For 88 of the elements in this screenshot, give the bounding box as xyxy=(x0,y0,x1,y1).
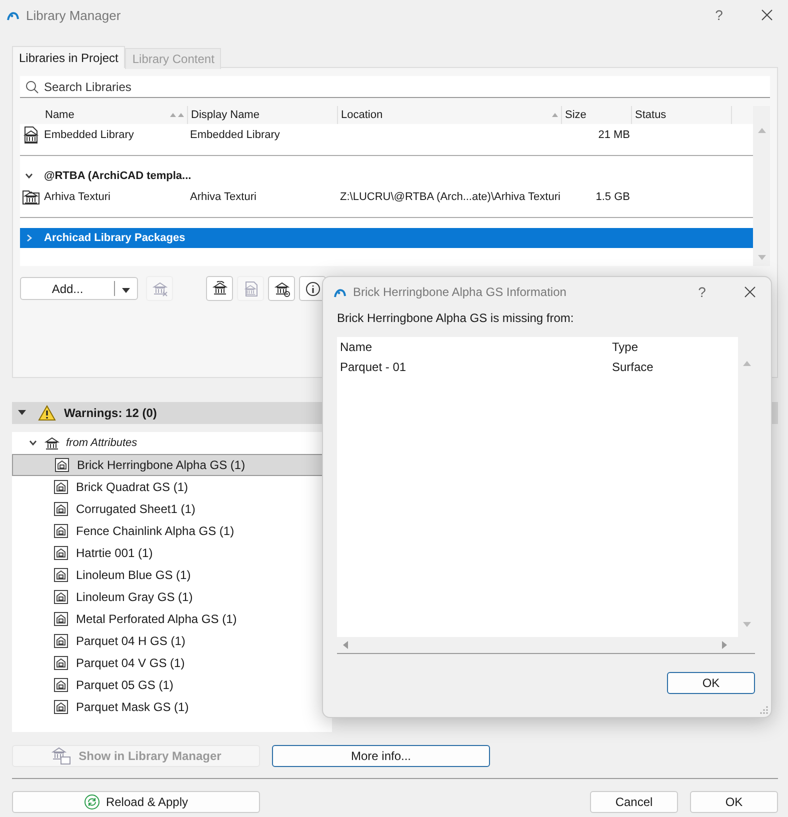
tree-item[interactable]: Linoleum Gray GS (1) xyxy=(12,586,332,608)
help-button[interactable]: ? xyxy=(681,277,723,307)
library-group-row[interactable]: @RTBA (ArchiCAD templa... xyxy=(20,166,753,186)
library-row[interactable]: Arhiva Texturi Arhiva Texturi Z:\LUCRU\@RTBA (Arch...ate)\Arhiva Texturi 1.5 GB xyxy=(20,186,753,207)
library-remove-icon xyxy=(152,280,168,296)
library-size: 21 MB xyxy=(597,128,631,140)
close-icon xyxy=(744,286,756,298)
caret-icon xyxy=(122,288,130,292)
library-name: Arhiva Texturi xyxy=(43,190,112,202)
texture-icon xyxy=(54,524,68,538)
sort-icon xyxy=(169,112,185,118)
library-row[interactable]: Embedded Library Embedded Library 21 MB xyxy=(20,124,753,145)
resize-grip-icon xyxy=(760,706,768,714)
texture-icon xyxy=(54,700,68,714)
collapse-triangle-icon xyxy=(18,410,26,416)
scroll-left-icon xyxy=(341,640,349,650)
sort-icon xyxy=(551,112,559,118)
library-file-icon xyxy=(242,280,258,296)
tree-item[interactable]: Metal Perforated Alpha GS (1) xyxy=(12,608,332,630)
table-cell-text: Parquet - 01 xyxy=(340,360,408,374)
texture-icon xyxy=(54,678,68,692)
library-icon xyxy=(44,436,60,450)
location-path: Z:\LUCRU\@RTBA (Arch...ate)\Arhiva Texturi xyxy=(339,190,562,202)
scroll-right-icon xyxy=(721,640,729,650)
column-header[interactable]: Name xyxy=(42,106,188,124)
scroll-down-icon xyxy=(742,621,752,629)
group-name: Archicad Library Packages xyxy=(44,232,186,244)
column-header[interactable]: Display Name xyxy=(188,106,338,124)
help-button[interactable]: ? xyxy=(698,0,740,30)
column-header[interactable]: Size xyxy=(562,106,632,124)
library-reload-icon xyxy=(212,280,228,296)
tab[interactable]: Libraries in Project xyxy=(12,46,126,68)
warning-icon xyxy=(38,405,56,421)
tree-item[interactable]: Parquet Mask GS (1) xyxy=(12,696,332,718)
cancel-button[interactable]: Cancel xyxy=(590,791,678,813)
search-icon xyxy=(25,80,39,94)
column-header[interactable]: Status xyxy=(632,106,732,124)
tree-item[interactable]: Hatrtie 001 (1) xyxy=(12,542,332,564)
texture-icon xyxy=(54,590,68,604)
tool-button[interactable] xyxy=(206,276,233,301)
tree-item[interactable]: Parquet 04 H GS (1) xyxy=(12,630,332,652)
texture-icon xyxy=(54,612,68,626)
tree-item[interactable]: Parquet 04 V GS (1) xyxy=(12,652,332,674)
library-folder-icon xyxy=(22,188,40,204)
refresh-icon xyxy=(84,794,100,810)
reload-apply-button[interactable]: Reload & Apply xyxy=(12,791,260,813)
library-icon xyxy=(50,746,73,766)
tree-item[interactable]: Brick Quadrat GS (1) xyxy=(12,476,332,498)
tree-item[interactable]: Corrugated Sheet1 (1) xyxy=(12,498,332,520)
dialog-title: Brick Herringbone Alpha GS Information xyxy=(353,285,566,299)
chevron-down-icon xyxy=(28,438,38,448)
column-header[interactable]: Location xyxy=(338,106,562,124)
group-name: @RTBA (ArchiCAD templa... xyxy=(44,170,192,182)
close-icon xyxy=(761,9,773,21)
column-header[interactable]: Type xyxy=(612,340,732,354)
scroll-up-icon xyxy=(756,126,766,134)
window-title: Library Manager xyxy=(26,8,121,22)
ok-button[interactable]: OK xyxy=(667,672,755,694)
scroll-bar[interactable] xyxy=(753,106,770,266)
texture-icon xyxy=(54,502,68,516)
scroll-down-icon xyxy=(756,254,766,262)
texture-icon xyxy=(54,634,68,648)
more-info-button[interactable]: More info... xyxy=(272,745,490,767)
tree-item[interactable]: Fence Chainlink Alpha GS (1) xyxy=(12,520,332,542)
ok-button[interactable]: OK xyxy=(690,791,778,813)
texture-icon xyxy=(54,656,68,670)
column-header[interactable]: Name xyxy=(340,340,612,354)
scroll-up-icon xyxy=(742,359,752,367)
texture-icon xyxy=(54,568,68,582)
library-name: Embedded Library xyxy=(43,128,135,140)
library-sync-icon xyxy=(274,280,290,296)
table-cell-text: Surface xyxy=(612,360,654,374)
display-name: Embedded Library xyxy=(189,128,281,140)
display-name: Arhiva Texturi xyxy=(189,190,258,202)
info-icon xyxy=(304,280,320,296)
tree-item[interactable]: Parquet 05 GS (1) xyxy=(12,674,332,696)
tool-button[interactable] xyxy=(268,276,295,301)
texture-icon xyxy=(55,458,69,472)
library-size: 1.5 GB xyxy=(594,190,631,202)
message-text: Brick Herringbone Alpha GS is missing from: xyxy=(337,311,575,327)
library-file-icon xyxy=(23,126,39,144)
texture-icon xyxy=(54,546,68,560)
tree-group[interactable]: from Attributes xyxy=(12,432,332,454)
texture-icon xyxy=(54,480,68,494)
tree-item[interactable]: Linoleum Blue GS (1) xyxy=(12,564,332,586)
chevron-down-icon xyxy=(24,171,34,181)
library-group-row[interactable]: Archicad Library Packages xyxy=(20,228,753,248)
search-field[interactable]: Search Libraries xyxy=(20,76,770,98)
